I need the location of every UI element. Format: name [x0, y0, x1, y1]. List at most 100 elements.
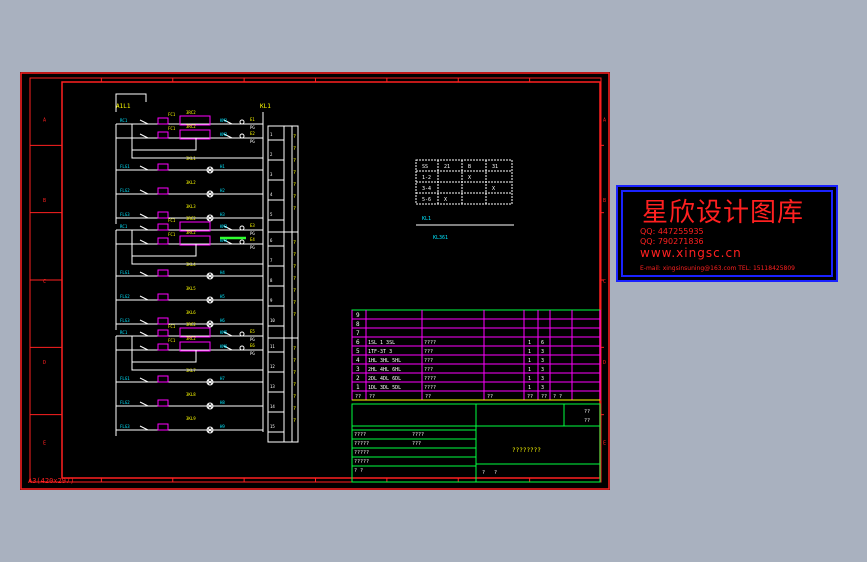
stamp-qq2: QQ: 790271836 [640, 237, 704, 246]
bom-no: 4 [356, 357, 360, 364]
coil-label: KM6 [220, 344, 228, 349]
terminal-glyph: ? [293, 346, 296, 352]
circuit-groups: E1PGRC1FC1 3RC2KM1E2PGFC1 3RC2KM2FLG13KL1H… [115, 110, 263, 436]
bom-header-cell: ?? [527, 394, 533, 400]
sheet-size-label: A3(420x297) [28, 477, 74, 485]
bom-unit: 3 [541, 385, 544, 391]
drawing-title: ???????? [512, 447, 541, 454]
bom-header-cell: ?? [541, 394, 547, 400]
relay-box [157, 223, 169, 231]
terminal-glyph: ? [293, 170, 296, 176]
switch-table-cell: 21 [444, 164, 450, 170]
relay-box [157, 293, 169, 301]
terminal-glyph: ? [293, 394, 296, 400]
cad-drawing-canvas[interactable]: A A B B C C D D E E A3(420x297) A1L1 KL1 E1 PG RC1 F… [20, 72, 610, 490]
rung-label-left: FLG3 [120, 212, 130, 217]
circuit-group: E5PGRC1FC1 3RC2KM5E6PGFC1 3RC2KM6FLG13KL7H… [115, 322, 263, 436]
bom-no: 6 [356, 339, 360, 346]
bom-name: ???? [424, 385, 436, 391]
terminal-glyph: ? [293, 382, 296, 388]
contact [139, 189, 149, 195]
terminal-number: 5 [270, 212, 273, 217]
terminal-columns: 12345???????678910???????1112131415?????… [267, 125, 299, 443]
bill-of-materials: 9 8 7 6 1SL 1 3SL???? 1 6 5 1TF-3T 3??? 1 3 4 1HL 3H… [351, 309, 601, 401]
terminal-glyph: ? [293, 370, 296, 376]
terminal [239, 345, 245, 351]
switch-table-cell: B [468, 164, 471, 170]
coil-label: H3 [220, 212, 225, 217]
terminal-glyph: ? [293, 146, 296, 152]
contact [139, 345, 149, 351]
rung-label-left: FLG1 [120, 164, 130, 169]
rung-label-mid2: 3RC2 [186, 322, 196, 327]
border-letter-right: A [603, 117, 606, 123]
terminal-glyph: ? [293, 406, 296, 412]
title-left-cell: ????? [354, 459, 369, 465]
terminal-number: 9 [270, 298, 273, 303]
relay-box [157, 163, 169, 171]
rung-label-mid1: FC1 [168, 324, 176, 329]
contact [139, 119, 149, 125]
pg-label: PG [250, 139, 255, 144]
relay-box [157, 375, 169, 383]
watermark-stamp: 星欣设计图库 QQ: 447255935 QQ: 790271836 www.x… [616, 185, 838, 282]
rung-label-left: RC1 [120, 330, 128, 335]
pg-label: PG [250, 245, 255, 250]
bom-unit: 3 [541, 376, 544, 382]
terminal-number: 2 [270, 152, 273, 157]
rung-label-mid1: FC1 [168, 338, 176, 343]
rung-label-left: FLG1 [120, 270, 130, 275]
rung-label-mid2: 3RC2 [186, 230, 196, 235]
bom-header-cell: ?? [425, 394, 431, 400]
relay-box [157, 187, 169, 195]
rung-label-left: FLG3 [120, 318, 130, 323]
bom-unit: 3 [541, 358, 544, 364]
switch-table-caption: KL1 [422, 216, 431, 222]
terminal-number: 6 [270, 238, 273, 243]
terminal-number: 3 [270, 172, 273, 177]
electrical-schematic: A A B B C C D D E E A3(420x297) A1L1 KL1 E1 PG RC1 F… [20, 72, 610, 490]
contact [139, 331, 149, 337]
inner-frame [61, 81, 601, 479]
output-tag: E6 [250, 343, 255, 348]
bom-header-cell: ?? [487, 394, 493, 400]
rung-label-mid1: FC1 [168, 232, 176, 237]
outer-frame [20, 72, 610, 490]
bom-qty: 1 [528, 349, 531, 355]
pg-label: PG [250, 351, 255, 356]
coil-label: KM1 [220, 118, 228, 123]
coil-label: H4 [220, 270, 225, 275]
rung-label-left: FLG1 [120, 376, 130, 381]
rung-label-mid2: 3KL2 [186, 180, 196, 185]
relay-box [157, 317, 169, 325]
feedback-rung [131, 256, 263, 265]
bom-qty: 1 [528, 340, 531, 346]
coil-label: KM5 [220, 330, 228, 335]
coil-label: H5 [220, 294, 225, 299]
rung-label-mid2: 3KL5 [186, 286, 196, 291]
title-left-cell: ? ? [354, 468, 363, 474]
rung-label-mid2: 3RC2 [186, 124, 196, 129]
coil-label: H8 [220, 400, 225, 405]
title-block: ???????????????????????? ?????????? [351, 403, 601, 483]
border-letter-right: C [603, 279, 606, 285]
relay-box [157, 131, 169, 139]
contact [139, 213, 149, 219]
pg-label: PG [250, 231, 255, 236]
bom-no: 9 [356, 312, 360, 319]
pg-label: PG [250, 337, 255, 342]
output-tag: E2 [250, 131, 255, 136]
bom-no: 3 [356, 366, 360, 373]
bom-no: 2 [356, 375, 360, 382]
left-bus-label: A1L1 [116, 103, 131, 110]
bom-no: 8 [356, 321, 360, 328]
contact [139, 295, 149, 301]
border-letter-right: D [603, 360, 606, 366]
contact [139, 239, 149, 245]
rung-label-mid2: 3KL3 [186, 204, 196, 209]
switch-table-cell: 3-4 [422, 186, 431, 192]
bom-qty: 1 [528, 358, 531, 364]
terminal-glyph: ? [293, 158, 296, 164]
title-left-cell: ????? [354, 450, 369, 456]
relay-box [157, 329, 169, 337]
